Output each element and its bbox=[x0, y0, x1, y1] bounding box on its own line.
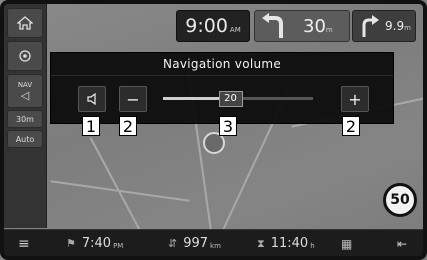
menu-button[interactable]: ≡ bbox=[18, 234, 30, 253]
eta-display[interactable]: ⚑ 7:40 PM bbox=[66, 234, 123, 253]
eta-time: 7:40 bbox=[81, 236, 112, 251]
distance-value: 997 bbox=[183, 236, 209, 251]
speaker-icon: ◁ bbox=[20, 88, 30, 102]
speaker-icon bbox=[87, 93, 96, 105]
volume-down-button[interactable]: − bbox=[119, 86, 147, 112]
next-turn-distance: 30 bbox=[303, 16, 326, 37]
flag-icon: ⚑ bbox=[66, 237, 76, 250]
location-icon bbox=[19, 50, 31, 62]
guidance-strip: 9:00 AM 30m 9.9m bbox=[170, 6, 422, 46]
volume-value[interactable]: 20 bbox=[218, 91, 243, 107]
exit-button[interactable]: ⇤ bbox=[397, 234, 407, 253]
volume-up-button[interactable]: + bbox=[341, 86, 369, 112]
distance-icon: ⇵ bbox=[168, 237, 178, 250]
turn-left-arrow-icon bbox=[262, 13, 283, 38]
callout-label: 1 bbox=[82, 116, 100, 136]
callout-label: 3 bbox=[219, 116, 237, 136]
nav-screen: NAV ◁ 30m Auto 9:00 AM 30m 9.9m Navigati… bbox=[0, 0, 427, 260]
route-options-button[interactable]: ▦ bbox=[341, 234, 352, 253]
next-turn-panel[interactable]: 30m bbox=[254, 10, 350, 42]
distance-display[interactable]: ⇵ 997 km bbox=[168, 234, 221, 253]
second-turn-distance: 9.9 bbox=[385, 19, 405, 33]
popup-title: Navigation volume bbox=[51, 53, 393, 76]
clock-display: 9:00 AM bbox=[176, 10, 250, 42]
plus-label: + bbox=[348, 89, 362, 109]
eta-suffix: PM bbox=[113, 242, 124, 250]
mute-button[interactable] bbox=[78, 86, 106, 112]
turn-right-arrow-icon bbox=[362, 15, 379, 37]
distance-unit: km bbox=[210, 242, 221, 250]
speed-limit-sign: 50 bbox=[383, 183, 417, 217]
navigation-volume-popup: Navigation volume − 20 + bbox=[50, 52, 394, 124]
clock-text: 9:00 bbox=[185, 15, 228, 37]
menu-icon: ≡ bbox=[18, 235, 30, 252]
location-button[interactable] bbox=[7, 41, 43, 71]
remaining-time-display[interactable]: ⧗ 11:40 h bbox=[257, 234, 315, 253]
second-turn-panel[interactable]: 9.9m bbox=[352, 10, 416, 42]
callout-label: 2 bbox=[119, 116, 137, 136]
auto-label: Auto bbox=[15, 134, 35, 144]
remaining-unit: h bbox=[310, 242, 315, 250]
route-icon: ▦ bbox=[341, 236, 353, 251]
second-turn-unit: m bbox=[404, 24, 411, 32]
auto-scale-button[interactable]: Auto bbox=[7, 130, 43, 148]
bottom-bar: ≡ ⚑ 7:40 PM ⇵ 997 km ⧗ 11:40 h ▦ ⇤ bbox=[4, 229, 423, 257]
callout-label: 2 bbox=[342, 116, 360, 136]
minus-label: − bbox=[126, 89, 140, 109]
remaining-time: 11:40 bbox=[270, 236, 309, 251]
nav-voice-label: NAV bbox=[17, 80, 33, 89]
exit-icon: ⇤ bbox=[397, 236, 408, 251]
clock-suffix: AM bbox=[229, 26, 241, 34]
nav-voice-button[interactable]: NAV ◁ bbox=[7, 74, 43, 108]
left-rail: NAV ◁ 30m Auto bbox=[4, 4, 47, 228]
map-road bbox=[50, 180, 190, 202]
scale-label: 30m bbox=[16, 114, 34, 124]
home-icon bbox=[17, 16, 33, 30]
next-turn-unit: m bbox=[325, 26, 333, 34]
scale-button[interactable]: 30m bbox=[7, 110, 43, 128]
home-button[interactable] bbox=[7, 8, 43, 38]
hourglass-icon: ⧗ bbox=[257, 236, 265, 250]
